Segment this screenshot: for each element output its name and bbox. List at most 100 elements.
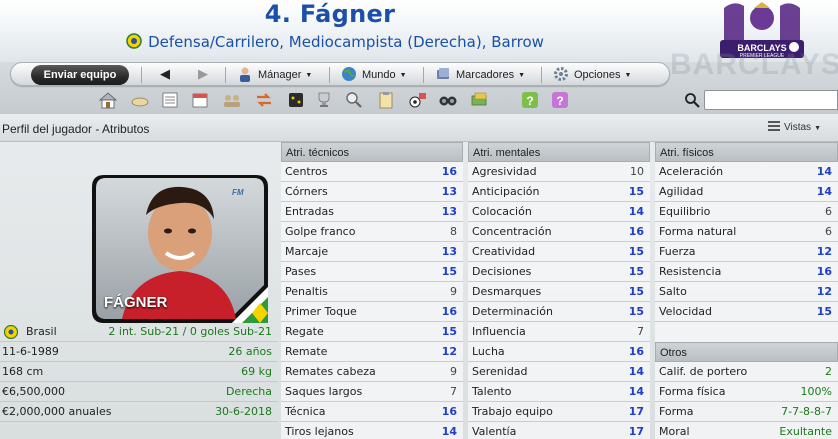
attribute-row[interactable]: Creatividad 15 [468, 242, 650, 262]
transfer-value: €6,500,000 [2, 385, 65, 398]
attribute-row[interactable]: Forma física 100% [655, 382, 838, 402]
attribute-value: 16 [628, 225, 644, 238]
attribute-row[interactable]: Desmarques 15 [468, 282, 650, 302]
attribute-row[interactable]: Serenidad 14 [468, 362, 650, 382]
binoculars-icon[interactable] [438, 90, 458, 110]
attribute-name: Serenidad [472, 365, 528, 378]
attribute-name: Moral [659, 425, 690, 438]
info-icon[interactable]: ? [550, 90, 570, 110]
attribute-row[interactable]: Primer Toque 16 [281, 302, 463, 322]
calendar-icon[interactable] [190, 90, 210, 110]
attribute-row[interactable]: Remates cabeza 9 [281, 362, 463, 382]
attribute-value: 9 [450, 285, 457, 298]
attribute-row[interactable]: Decisiones 15 [468, 262, 650, 282]
squad-icon[interactable] [222, 90, 242, 110]
attribute-value: 8 [450, 225, 457, 238]
nav-separator [541, 67, 542, 83]
attribute-row[interactable]: Equilibrio 6 [655, 202, 838, 222]
attribute-row[interactable]: Lucha 16 [468, 342, 650, 362]
physical-header: Atri. físicos [655, 142, 838, 162]
attribute-row[interactable]: Remate 12 [281, 342, 463, 362]
menu-options[interactable]: Opciones ▼ [553, 65, 631, 85]
attribute-row[interactable]: Pases 15 [281, 262, 463, 282]
transfers-icon[interactable] [254, 90, 274, 110]
photo-player-name: FÁGNER [104, 294, 168, 311]
send-team-button[interactable]: Enviar equipo [31, 65, 129, 85]
attribute-name: Remates cabeza [285, 365, 376, 378]
menu-bookmarks[interactable]: Marcadores ▼ [435, 65, 525, 85]
attribute-row[interactable]: Influencia 7 [468, 322, 650, 342]
attribute-row[interactable]: Agresividad 10 [468, 162, 650, 182]
attribute-row[interactable]: Marcaje 13 [281, 242, 463, 262]
attribute-value: Exultante [779, 425, 832, 438]
attribute-row[interactable]: Entradas 13 [281, 202, 463, 222]
attribute-row[interactable]: Valentía 17 [468, 422, 650, 439]
training-icon[interactable] [408, 90, 428, 110]
views-button[interactable]: Vistas ▼ [768, 121, 821, 133]
attribute-row[interactable]: Técnica 16 [281, 402, 463, 422]
attribute-row[interactable]: Anticipación 15 [468, 182, 650, 202]
attribute-value: 13 [441, 245, 457, 258]
bookmarks-icon [437, 68, 449, 79]
attribute-row[interactable]: Resistencia 16 [655, 262, 838, 282]
attribute-row[interactable]: Saques largos 7 [281, 382, 463, 402]
inbox-icon[interactable] [130, 90, 150, 110]
finances-icon[interactable] [470, 90, 490, 110]
search-icon[interactable] [684, 92, 700, 108]
search-input[interactable] [704, 90, 838, 110]
back-arrow-icon[interactable]: ◀ [157, 67, 173, 83]
attribute-row[interactable]: Penaltis 9 [281, 282, 463, 302]
attribute-name: Creatividad [472, 245, 536, 258]
attribute-name: Remate [285, 345, 328, 358]
attribute-row[interactable]: Córners 13 [281, 182, 463, 202]
menu-world[interactable]: Mundo ▼ [341, 65, 407, 85]
scouting-icon[interactable] [344, 90, 364, 110]
attribute-name: Golpe franco [285, 225, 356, 238]
attribute-row[interactable]: Forma 7-7-8-8-7 [655, 402, 838, 422]
attribute-row[interactable]: Golpe franco 8 [281, 222, 463, 242]
attribute-name: Primer Toque [285, 305, 357, 318]
tactics-icon[interactable] [286, 90, 306, 110]
attribute-row[interactable]: Concentración 16 [468, 222, 650, 242]
attribute-value: 9 [450, 365, 457, 378]
forward-arrow-icon[interactable]: ▶ [195, 67, 211, 83]
player-subtitle: Defensa/Carrilero, Mediocampista (Derech… [0, 33, 670, 53]
attribute-row[interactable]: Regate 15 [281, 322, 463, 342]
attribute-name: Tiros lejanos [285, 425, 354, 438]
trophy-icon[interactable] [314, 90, 334, 110]
attribute-row[interactable]: Tiros lejanos 14 [281, 422, 463, 439]
attribute-name: Anticipación [472, 185, 540, 198]
attribute-row[interactable]: Salto 12 [655, 282, 838, 302]
attribute-row[interactable]: Fuerza 12 [655, 242, 838, 262]
date-of-birth: 11-6-1989 [2, 345, 59, 358]
attribute-row[interactable]: Determinación 15 [468, 302, 650, 322]
attribute-row[interactable]: Moral Exultante [655, 422, 838, 439]
attribute-value: 15 [628, 305, 644, 318]
technical-header: Atri. técnicos [281, 142, 463, 162]
attribute-name: Penaltis [285, 285, 328, 298]
attribute-row[interactable]: Centros 16 [281, 162, 463, 182]
attribute-row[interactable]: Trabajo equipo 17 [468, 402, 650, 422]
attribute-row[interactable]: Agilidad 14 [655, 182, 838, 202]
attribute-row[interactable]: Talento 14 [468, 382, 650, 402]
attribute-name: Determinación [472, 305, 553, 318]
nav-separator [329, 67, 330, 83]
help-icon[interactable]: ? [520, 90, 540, 110]
size-row: 168 cm 69 kg [0, 362, 278, 382]
attribute-name: Salto [659, 285, 687, 298]
news-icon[interactable] [160, 90, 180, 110]
attribute-row[interactable]: Colocación 14 [468, 202, 650, 222]
home-icon[interactable] [98, 90, 118, 110]
attribute-name: Valentía [472, 425, 517, 438]
nationality-label[interactable]: Brasil [26, 322, 57, 342]
page-subheader: Perfil del jugador - Atributos Vistas ▼ [0, 116, 838, 142]
nav-separator [141, 67, 142, 83]
attribute-value: 16 [441, 165, 457, 178]
attribute-row[interactable]: Aceleración 14 [655, 162, 838, 182]
attribute-row[interactable]: Calif. de portero 2 [655, 362, 838, 382]
menu-manager[interactable]: Mánager ▼ [237, 65, 312, 85]
attribute-row[interactable]: Velocidad 15 [655, 302, 838, 322]
clipboard-icon[interactable] [376, 90, 396, 110]
preferred-foot: Derecha [225, 385, 272, 398]
attribute-row[interactable]: Forma natural 6 [655, 222, 838, 242]
